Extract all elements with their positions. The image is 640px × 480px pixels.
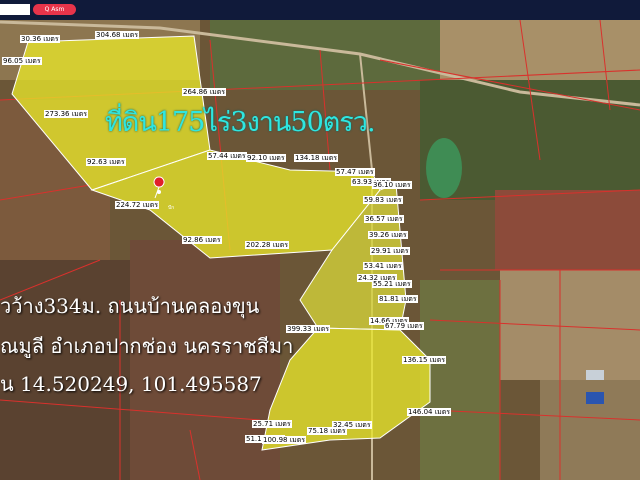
field-area bbox=[500, 270, 640, 380]
measurement-label: 39.26 เมตร bbox=[368, 231, 408, 239]
pond bbox=[426, 138, 462, 198]
measurement-label: 304.68 เมตร bbox=[95, 31, 140, 39]
measurement-label: 29.91 เมตร bbox=[370, 247, 410, 255]
measurement-label: 92.10 เมตร bbox=[246, 154, 286, 162]
search-button[interactable]: Q Asm bbox=[33, 4, 76, 15]
tree-area bbox=[420, 280, 500, 480]
measurement-label: 134.18 เมตร bbox=[294, 154, 339, 162]
address-line-district: ณมูลี อำเภอปากช่อง นครราชสีมา bbox=[0, 334, 294, 358]
measurement-label: 399.33 เมตร bbox=[286, 325, 331, 333]
measurement-label: 273.36 เมตร bbox=[44, 110, 89, 118]
measurement-label: 55.21 เมตร bbox=[372, 280, 412, 288]
measurement-label: 57.44 เมตร bbox=[207, 152, 247, 160]
measurement-label: 146.04 เมตร bbox=[407, 408, 452, 416]
measurement-label: 100.98 เมตร bbox=[262, 436, 307, 444]
address-line-coordinates: น 14.520249, 101.495587 bbox=[0, 372, 262, 396]
measurement-label: 81.81 เมตร bbox=[378, 295, 418, 303]
measurement-label: 264.86 เมตร bbox=[182, 88, 227, 96]
measurement-label: 67.79 เมตร bbox=[384, 322, 424, 330]
satellite-map[interactable] bbox=[0, 20, 640, 480]
measurement-label: 57.47 เมตร bbox=[335, 168, 375, 176]
measurement-label: 53.41 เมตร bbox=[363, 262, 403, 270]
building bbox=[586, 370, 604, 380]
measurement-label: 25.71 เมตร bbox=[252, 420, 292, 428]
measurement-label: 75.18 เมตร bbox=[307, 427, 347, 435]
search-input[interactable] bbox=[0, 4, 30, 15]
measurement-label: 92.86 เมตร bbox=[182, 236, 222, 244]
measurement-label: 96.05 เมตร bbox=[2, 57, 42, 65]
pin-label: ปัก bbox=[168, 205, 175, 211]
building bbox=[586, 392, 604, 404]
measurement-label: 30.36 เมตร bbox=[20, 35, 60, 43]
field-area bbox=[495, 190, 640, 270]
top-bar: Q Asm bbox=[0, 0, 640, 20]
measurement-label: 36.10 เมตร bbox=[372, 181, 412, 189]
measurement-label: 36.57 เมตร bbox=[364, 215, 404, 223]
measurement-label: 202.28 เมตร bbox=[245, 241, 290, 249]
field-area bbox=[210, 20, 440, 90]
measurement-label: 224.72 เมตร bbox=[115, 201, 160, 209]
measurement-label: 92.63 เมตร bbox=[86, 158, 126, 166]
measurement-label: 59.83 เมตร bbox=[363, 196, 403, 204]
address-line-road: วว้าง334ม. ถนนบ้านคลองขุน bbox=[0, 294, 260, 318]
parcel-size-title: ที่ดิน175ไร่3งาน50ตรว. bbox=[105, 107, 376, 138]
measurement-label: 136.15 เมตร bbox=[402, 356, 447, 364]
